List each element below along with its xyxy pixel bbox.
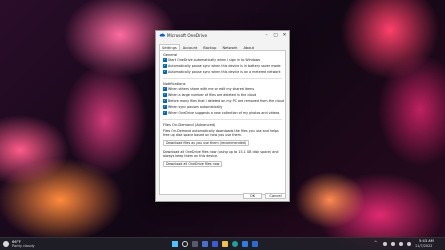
checkbox-checked-icon[interactable]: ✓ <box>163 64 167 68</box>
checkbox-checked-icon[interactable]: ✓ <box>163 93 167 97</box>
search-icon[interactable] <box>182 241 188 247</box>
files-on-demand-description: Files On-Demand automatically downloads … <box>163 129 279 137</box>
checkbox-checked-icon[interactable]: ✓ <box>163 99 167 103</box>
pause-metered-network-option[interactable]: ✓ Automatically pause sync when this dev… <box>163 70 281 74</box>
settings-panel: General ✓ Start OneDrive automatically w… <box>159 50 286 195</box>
option-label: When a large number of files are deleted… <box>168 93 257 97</box>
file-explorer-icon[interactable] <box>222 241 228 247</box>
minimize-button[interactable]: – <box>262 31 271 40</box>
notify-cloud-deletes-option[interactable]: ✓ When a large number of files are delet… <box>163 93 256 97</box>
notify-collection-option[interactable]: ✓ When OneDrive suggests a new collectio… <box>163 111 279 115</box>
start-on-signin-option[interactable]: ✓ Start OneDrive automatically when I si… <box>163 58 260 62</box>
taskbar: 66°F Partly cloudy ^ 5:43 AM 11/7/2022 <box>0 237 445 250</box>
section-divider <box>163 78 282 79</box>
section-divider <box>163 119 282 120</box>
cloud-icon[interactable] <box>383 242 387 246</box>
option-label: When others share with me or edit my sha… <box>168 87 255 91</box>
option-label: Before many files that I deleted on my P… <box>168 99 285 103</box>
onedrive-cloud-icon <box>159 33 165 37</box>
close-button[interactable]: ✕ <box>280 31 289 40</box>
option-label: When OneDrive suggests a new collection … <box>168 111 280 115</box>
task-view-icon[interactable] <box>192 241 198 247</box>
notifications-heading: Notifications <box>163 82 186 86</box>
notify-pc-deletes-option[interactable]: ✓ Before many files that I deleted on my… <box>163 99 284 103</box>
partly-cloudy-icon[interactable] <box>3 241 9 247</box>
checkbox-checked-icon[interactable]: ✓ <box>163 105 167 109</box>
download-all-description: Download all OneDrive files now (using u… <box>163 150 279 158</box>
option-label: When sync pauses automatically <box>168 105 223 109</box>
system-tray <box>383 241 413 247</box>
widgets-icon[interactable] <box>202 241 208 247</box>
option-label: Automatically pause sync when this devic… <box>168 64 281 68</box>
title-bar[interactable]: Microsoft OneDrive – □ ✕ <box>156 31 289 40</box>
teams-chat-icon[interactable] <box>212 241 218 247</box>
volume-icon[interactable] <box>399 242 403 246</box>
notify-shared-option[interactable]: ✓ When others share with me or edit my s… <box>163 87 254 91</box>
download-all-button[interactable]: Download all OneDrive files now <box>163 161 223 167</box>
edge-browser-icon[interactable] <box>232 241 238 247</box>
pause-battery-saver-option[interactable]: ✓ Automatically pause sync when this dev… <box>163 64 281 68</box>
checkbox-checked-icon[interactable]: ✓ <box>163 70 167 74</box>
download-as-used-button[interactable]: Download files as you use them (recommen… <box>163 140 250 146</box>
windows-start-icon[interactable] <box>172 241 178 247</box>
battery-icon[interactable] <box>407 242 411 246</box>
maximize-button[interactable]: □ <box>271 31 280 40</box>
checkbox-checked-icon[interactable]: ✓ <box>163 111 167 115</box>
clock-date[interactable]: 11/7/2022 <box>415 244 432 248</box>
files-on-demand-heading: Files On-Demand (Advanced) <box>163 123 216 127</box>
microsoft-store-icon[interactable] <box>242 241 248 247</box>
ok-button[interactable]: OK <box>243 193 262 199</box>
wifi-icon[interactable] <box>391 242 395 246</box>
cancel-button[interactable]: Cancel <box>265 193 286 199</box>
notify-sync-pause-option[interactable]: ✓ When sync pauses automatically <box>163 105 222 109</box>
checkbox-checked-icon[interactable]: ✓ <box>163 58 167 62</box>
checkbox-checked-icon[interactable]: ✓ <box>163 87 167 91</box>
option-label: Start OneDrive automatically when I sign… <box>168 58 261 62</box>
weather-description[interactable]: Partly cloudy <box>12 244 35 248</box>
window-title: Microsoft OneDrive <box>167 33 208 38</box>
clock-time[interactable]: 5:43 AM <box>419 239 434 243</box>
onedrive-taskbar-icon[interactable] <box>252 241 258 247</box>
onedrive-settings-window: Microsoft OneDrive – □ ✕ Settings Accoun… <box>155 30 290 202</box>
chevron-up-icon[interactable]: ^ <box>374 240 377 245</box>
option-label: Automatically pause sync when this devic… <box>168 70 281 74</box>
